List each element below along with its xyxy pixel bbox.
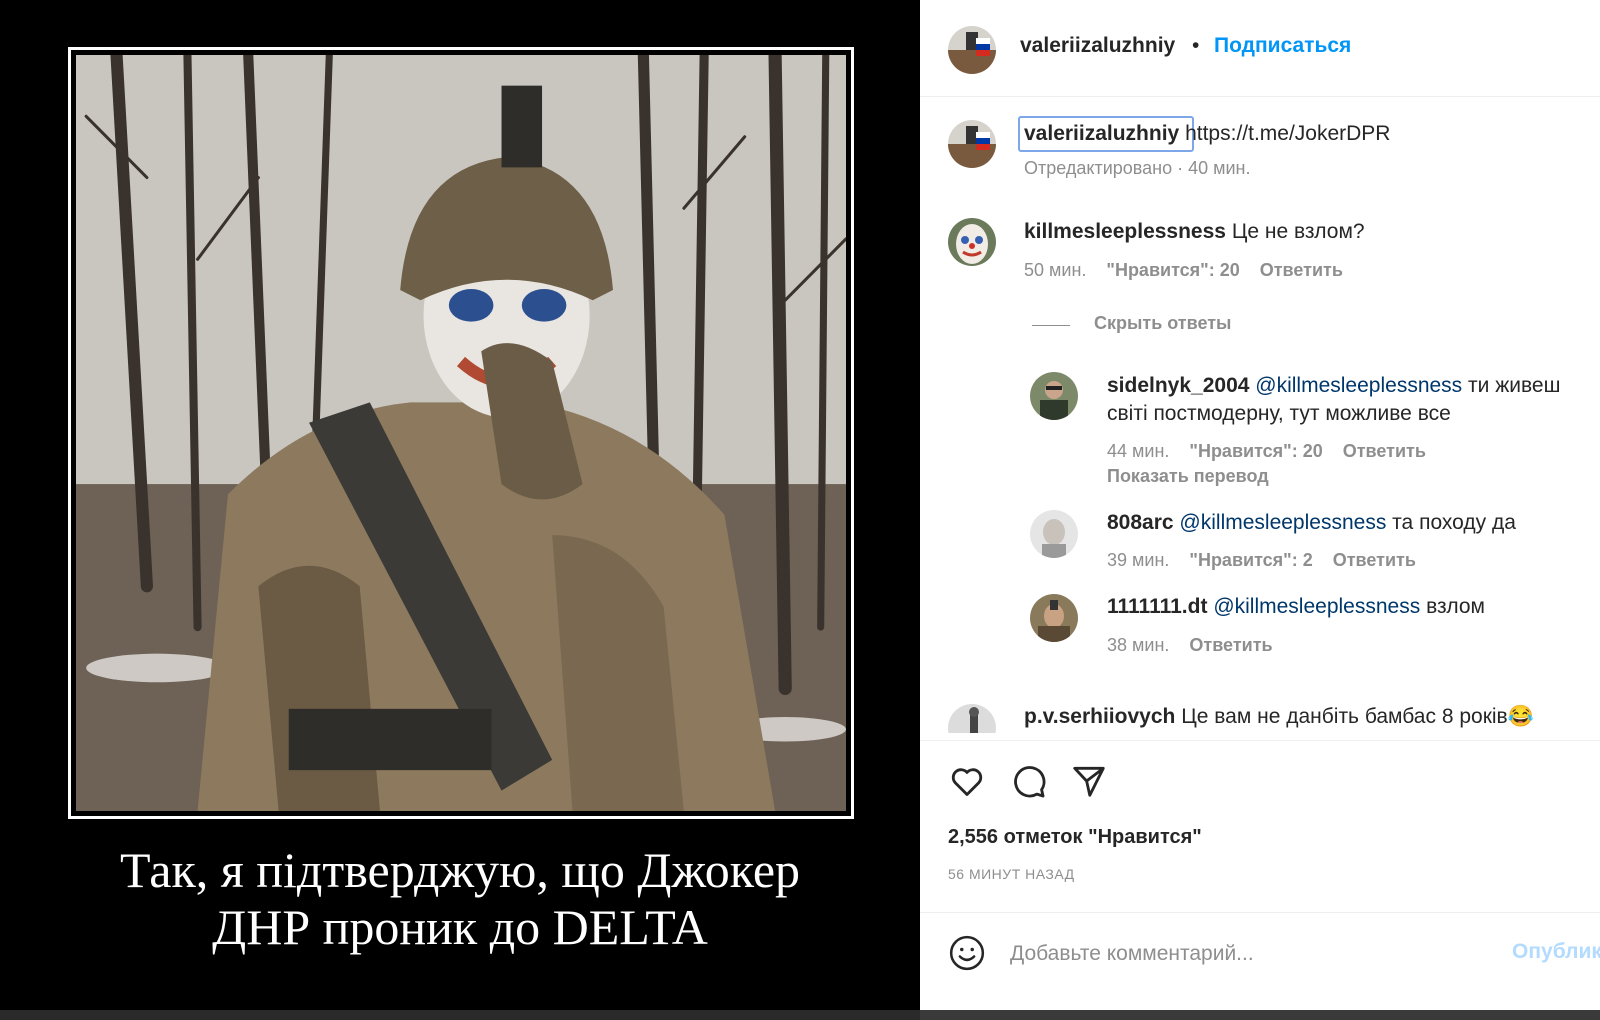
author-avatar[interactable] bbox=[948, 26, 996, 74]
comment-time[interactable]: 50 мин. bbox=[1024, 260, 1086, 280]
caption-avatar[interactable] bbox=[948, 120, 996, 168]
post-photo bbox=[76, 55, 846, 811]
reply-avatar[interactable] bbox=[1030, 372, 1078, 420]
reply-text-continued: світі постмодерну, тут можливе все bbox=[1107, 400, 1451, 428]
reply-username[interactable]: 808arc bbox=[1107, 511, 1174, 534]
reply-meta: 44 мин. "Нравится": 20 Ответить bbox=[1107, 441, 1446, 462]
author-username[interactable]: valeriizaluzhniy bbox=[1020, 34, 1175, 58]
reply-meta: 39 мин. "Нравится": 2 Ответить bbox=[1107, 550, 1436, 571]
comment-input[interactable] bbox=[1008, 934, 1492, 974]
reply-body: взлом bbox=[1426, 595, 1485, 618]
reply-mention[interactable]: @killmesleeplessness bbox=[1255, 374, 1462, 397]
reply-time[interactable]: 38 мин. bbox=[1107, 635, 1169, 655]
divider bbox=[920, 96, 1600, 97]
caption-meta: Отредактировано · 40 мин. bbox=[1024, 158, 1251, 178]
reply-text: 1111111.dt @killmesleeplessness взлом bbox=[1107, 593, 1485, 621]
reply-avatar[interactable] bbox=[1030, 510, 1078, 558]
reply-text: sidelnyk_2004 @killmesleeplessness ти жи… bbox=[1107, 372, 1560, 400]
header-separator: • bbox=[1192, 34, 1200, 57]
comment-text: killmesleeplessness Це не взлом? bbox=[1024, 218, 1365, 246]
reply-time[interactable]: 39 мин. bbox=[1107, 550, 1169, 570]
caption-time[interactable]: 40 мин. bbox=[1188, 158, 1250, 178]
post-side-panel: valeriizaluzhniy • Подписаться valeriiza… bbox=[920, 0, 1600, 1020]
comment-meta: 50 мин. "Нравится": 20 Ответить bbox=[1024, 260, 1363, 281]
show-translation-button[interactable]: Показать перевод bbox=[1107, 466, 1269, 487]
divider bbox=[920, 740, 1600, 741]
comment-body: Це вам не данбіть бамбас 8 років bbox=[1181, 705, 1508, 728]
reply-body: ти живеш bbox=[1468, 374, 1561, 397]
caption-text: valeriizaluzhniy https://t.me/JokerDPR bbox=[1024, 120, 1390, 148]
post-media[interactable]: Так, я підтверджую, що Джокер ДНР проник… bbox=[0, 0, 920, 1020]
comment-likes[interactable]: "Нравится": 20 bbox=[1106, 260, 1239, 280]
comment-username[interactable]: p.v.serhiiovych bbox=[1024, 705, 1175, 728]
poster-frame bbox=[68, 47, 854, 819]
reply-mention[interactable]: @killmesleeplessness bbox=[1179, 511, 1386, 534]
comment-icon[interactable] bbox=[1009, 762, 1047, 800]
edited-label: Отредактировано bbox=[1024, 158, 1173, 178]
reply-button[interactable]: Ответить bbox=[1333, 550, 1416, 570]
reply-meta: 38 мин. Ответить bbox=[1107, 635, 1293, 656]
reply-time[interactable]: 44 мин. bbox=[1107, 441, 1169, 461]
publish-button[interactable]: Опубликовать bbox=[1512, 940, 1600, 964]
reply-mention[interactable]: @killmesleeplessness bbox=[1213, 595, 1420, 618]
reply-button[interactable]: Ответить bbox=[1343, 441, 1426, 461]
reply-text: 808arc @killmesleeplessness та походу да bbox=[1107, 509, 1516, 537]
reply-likes[interactable]: "Нравится": 20 bbox=[1189, 441, 1322, 461]
reply-body: світі постмодерну, тут можливе все bbox=[1107, 402, 1451, 425]
caption-username[interactable]: valeriizaluzhniy bbox=[1024, 122, 1179, 145]
comment-text: p.v.serhiiovych Це вам не данбіть бамбас… bbox=[1024, 703, 1534, 731]
poster-caption: Так, я підтверджую, що Джокер ДНР проник… bbox=[0, 842, 920, 956]
poster-caption-line: Так, я підтверджую, що Джокер bbox=[119, 842, 801, 898]
reply-avatar[interactable] bbox=[1030, 594, 1078, 642]
comment-avatar[interactable] bbox=[948, 218, 996, 266]
reply-button[interactable]: Ответить bbox=[1260, 260, 1343, 280]
follow-button[interactable]: Подписаться bbox=[1214, 34, 1351, 58]
laughing-emoji: 😂 bbox=[1507, 705, 1534, 728]
reply-body: та походу да bbox=[1392, 511, 1516, 534]
reply-button[interactable]: Ответить bbox=[1189, 635, 1272, 655]
likes-count[interactable]: 2,556 отметок "Нравится" bbox=[948, 826, 1202, 849]
reply-likes[interactable]: "Нравится": 2 bbox=[1189, 550, 1312, 570]
reply-username[interactable]: 1111111.dt bbox=[1107, 595, 1207, 618]
post-timestamp[interactable]: 56 МИНУТ НАЗАД bbox=[948, 866, 1075, 882]
comment-body: Це не взлом? bbox=[1231, 220, 1365, 243]
comment-username[interactable]: killmesleeplessness bbox=[1024, 220, 1226, 243]
comment-avatar[interactable] bbox=[948, 704, 996, 736]
divider bbox=[920, 912, 1600, 913]
poster-caption-line: ДНР проник до DELTA bbox=[212, 899, 708, 955]
heart-icon[interactable] bbox=[948, 762, 986, 800]
bottom-strip bbox=[0, 1010, 920, 1020]
smiley-icon[interactable] bbox=[948, 934, 986, 972]
hide-replies-button[interactable]: Скрыть ответы bbox=[1094, 313, 1231, 334]
paper-plane-icon[interactable] bbox=[1070, 762, 1108, 800]
caption-link[interactable]: https://t.me/JokerDPR bbox=[1185, 122, 1390, 145]
divider bbox=[1032, 325, 1070, 326]
bottom-strip bbox=[920, 1010, 1600, 1020]
reply-username[interactable]: sidelnyk_2004 bbox=[1107, 374, 1249, 397]
